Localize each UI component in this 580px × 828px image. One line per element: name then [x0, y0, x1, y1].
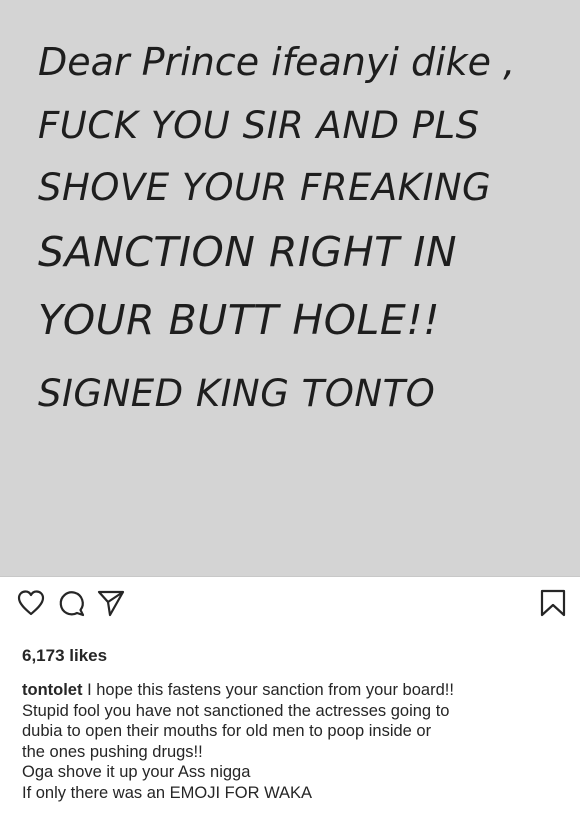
- caption-username[interactable]: tontolet: [22, 681, 82, 699]
- bookmark-icon[interactable]: [538, 588, 568, 623]
- heart-icon[interactable]: [16, 588, 46, 623]
- caption-line: Oga shove it up your Ass nigga: [22, 763, 251, 781]
- post-image-text-line: SIGNED KING TONTO: [38, 372, 436, 415]
- post-image-text-line: SANCTION RIGHT IN: [38, 228, 458, 276]
- post-action-bar: [0, 588, 580, 628]
- post-image-text-line: Dear Prince ifeanyi dike ,: [38, 40, 516, 84]
- caption-first-line: tontolet I hope this fastens your sancti…: [22, 680, 570, 701]
- post-image[interactable]: Dear Prince ifeanyi dike , FUCK YOU SIR …: [0, 0, 580, 577]
- caption-line: If only there was an EMOJI FOR WAKA: [22, 783, 313, 802]
- post-caption: tontolet I hope this fastens your sancti…: [22, 680, 570, 803]
- comment-icon[interactable]: [56, 588, 86, 623]
- post-image-text-line: SHOVE YOUR FREAKING: [38, 166, 492, 209]
- caption-line: dubia to open their mouths for old men t…: [22, 722, 432, 740]
- post-image-text-line: FUCK YOU SIR AND PLS: [38, 104, 480, 147]
- post-image-text-line: YOUR BUTT HOLE!!: [38, 296, 441, 344]
- caption-line: Stupid fool you have not sanctioned the …: [22, 701, 450, 720]
- like-count[interactable]: 6,173 likes: [22, 646, 107, 666]
- share-icon[interactable]: [96, 588, 126, 623]
- caption-line: the ones pushing drugs!!: [22, 742, 203, 761]
- caption-text: I hope this fastens your sanction from y…: [82, 681, 454, 699]
